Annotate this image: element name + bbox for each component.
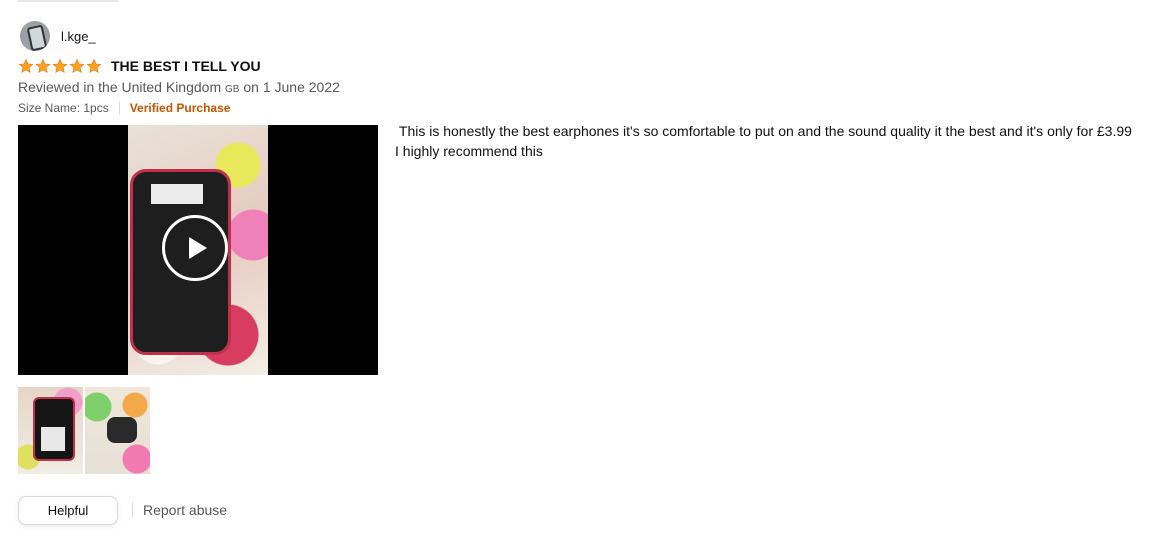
top-divider — [18, 0, 118, 2]
country-code: GB — [225, 84, 240, 95]
verified-purchase-badge[interactable]: Verified Purchase — [130, 101, 231, 115]
review-body: This is honestly the best earphones it's… — [395, 123, 1136, 159]
helpful-button[interactable]: Helpful — [18, 496, 118, 525]
star-icon — [69, 58, 85, 74]
review-date-text: on 1 June 2022 — [243, 79, 340, 95]
review-location: Reviewed in the United Kingdom — [18, 79, 222, 95]
review-title[interactable]: THE BEST I TELL YOU — [111, 58, 261, 74]
star-icon — [52, 58, 68, 74]
review-image-thumbnail[interactable] — [18, 387, 83, 474]
avatar — [20, 21, 50, 51]
attr-divider — [118, 101, 120, 115]
review-image-thumbnails — [18, 387, 150, 474]
review-attributes: Size Name: 1pcs Verified Purchase — [18, 101, 230, 115]
star-icon — [18, 58, 34, 74]
reviewer-name: l.kge_ — [61, 28, 96, 44]
report-abuse-link[interactable]: Report abuse — [143, 502, 227, 518]
review-video[interactable] — [18, 125, 378, 375]
reviewer-profile[interactable]: l.kge_ — [20, 21, 96, 51]
star-icon — [35, 58, 51, 74]
review-image-thumbnail[interactable] — [85, 387, 150, 474]
review-date: Reviewed in the United Kingdom GB on 1 J… — [18, 79, 340, 95]
action-divider — [132, 502, 133, 518]
size-name[interactable]: Size Name: 1pcs — [18, 101, 109, 115]
play-icon[interactable] — [162, 215, 228, 281]
star-rating[interactable] — [18, 58, 102, 74]
review-title-row: THE BEST I TELL YOU — [18, 58, 261, 74]
star-icon — [86, 58, 102, 74]
